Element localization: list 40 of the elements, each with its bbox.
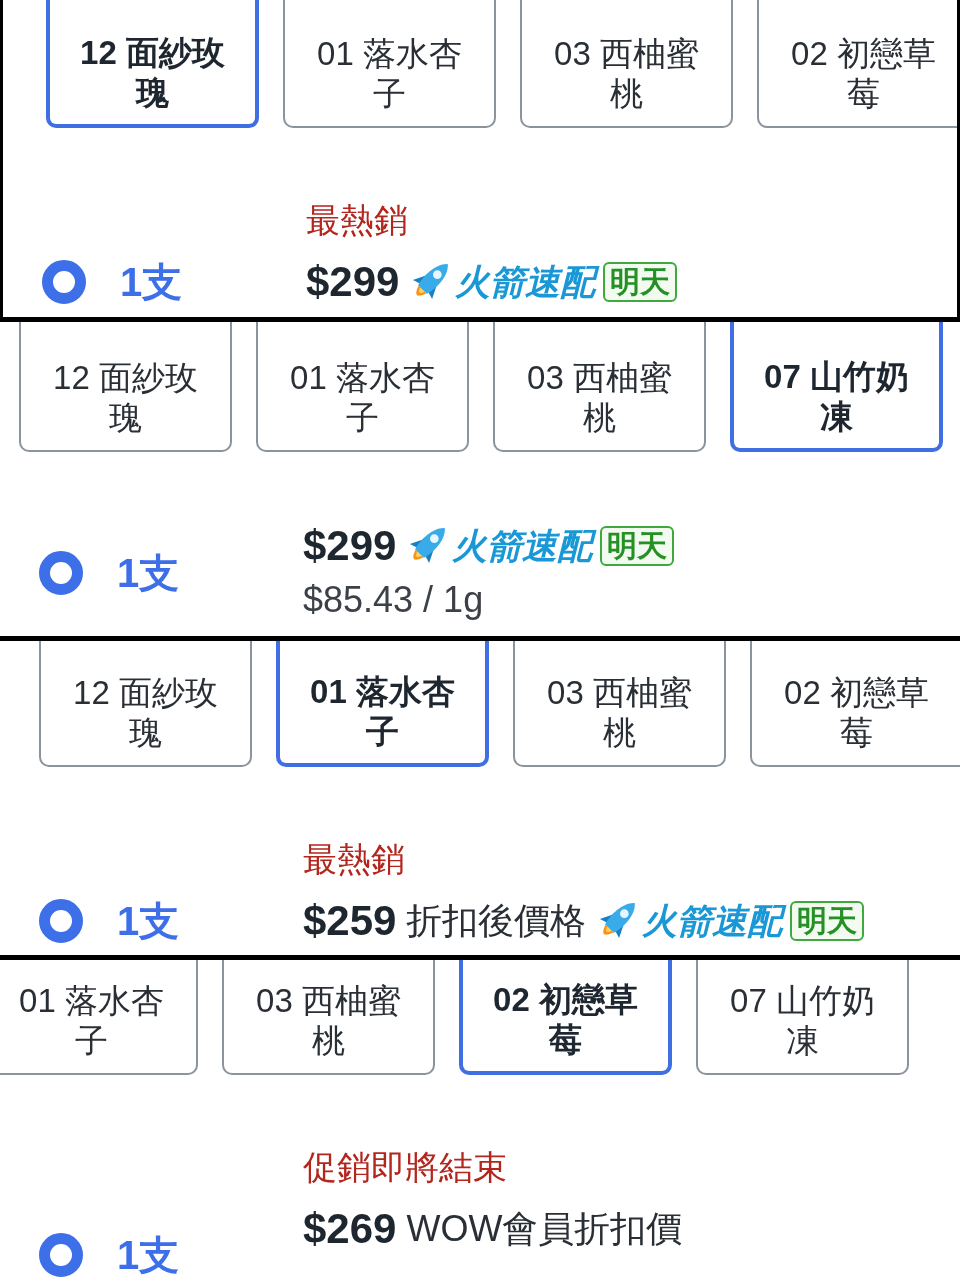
radio-button[interactable] bbox=[39, 1233, 83, 1277]
delivery-label: 火箭速配 bbox=[450, 523, 601, 569]
variant-option[interactable]: 02 初戀草莓 bbox=[757, 0, 957, 128]
variant-option[interactable]: 02 初戀草莓 bbox=[459, 960, 672, 1075]
delivery-label: 火箭速配 bbox=[453, 259, 604, 305]
unit-price: $85.43 / 1g bbox=[303, 578, 484, 622]
quantity-label: 1支 bbox=[117, 551, 180, 595]
variant-option[interactable]: 01 落水杏子 bbox=[276, 641, 489, 767]
quantity-label: 1支 bbox=[117, 1233, 180, 1277]
variant-option[interactable]: 03 西柚蜜桃 bbox=[493, 322, 706, 452]
price-note: 折扣後價格 bbox=[406, 899, 587, 943]
variant-option[interactable]: 01 落水杏子 bbox=[283, 0, 496, 128]
promo-tag: 最熱銷 bbox=[303, 839, 405, 879]
price: $269 bbox=[303, 1206, 397, 1252]
variant-option[interactable]: 01 落水杏子 bbox=[0, 960, 198, 1075]
price: $299 bbox=[303, 523, 397, 569]
variant-option[interactable]: 03 西柚蜜桃 bbox=[520, 0, 733, 128]
promo-tag: 促銷即將結束 bbox=[303, 1147, 507, 1187]
delivery-label: 火箭速配 bbox=[640, 898, 791, 944]
variant-option[interactable]: 12 面紗玫瑰 bbox=[39, 641, 252, 767]
variant-option[interactable]: 07 山竹奶凍 bbox=[696, 960, 909, 1075]
variant-option[interactable]: 03 西柚蜜桃 bbox=[222, 960, 435, 1075]
variant-option[interactable]: 07 山竹奶凍 bbox=[730, 322, 943, 452]
quantity-label: 1支 bbox=[117, 899, 180, 943]
price: $299 bbox=[306, 259, 400, 305]
radio-button[interactable] bbox=[42, 260, 86, 304]
variant-option[interactable]: 12 面紗玫瑰 bbox=[19, 322, 232, 452]
variant-option[interactable]: 03 西柚蜜桃 bbox=[513, 641, 726, 767]
price-note: WOW會員折扣價 bbox=[406, 1207, 683, 1251]
radio-button[interactable] bbox=[39, 551, 83, 595]
variant-option[interactable]: 12 面紗玫瑰 bbox=[46, 0, 259, 128]
variant-option[interactable]: 02 初戀草莓 bbox=[750, 641, 960, 767]
delivery-badge: 明天 bbox=[600, 526, 675, 566]
quantity-label: 1支 bbox=[120, 260, 183, 304]
delivery-badge: 明天 bbox=[790, 901, 865, 941]
variant-option[interactable]: 01 落水杏子 bbox=[256, 322, 469, 452]
promo-tag: 最熱銷 bbox=[306, 200, 408, 240]
delivery-badge: 明天 bbox=[603, 262, 678, 302]
price: $259 bbox=[303, 898, 397, 944]
radio-button[interactable] bbox=[39, 899, 83, 943]
